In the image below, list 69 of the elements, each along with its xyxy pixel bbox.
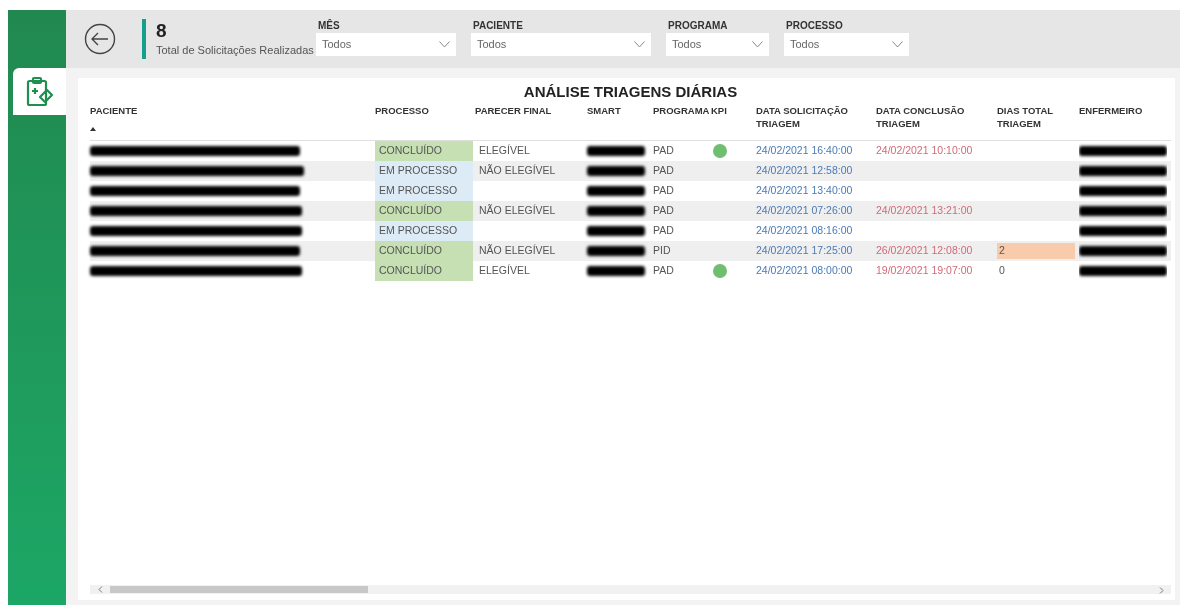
- table-cell: 26/02/2021 12:08:00: [876, 243, 973, 259]
- table-cell-text: 0: [998, 263, 1006, 279]
- table-cell: NÃO ELEGÍVEL: [479, 243, 556, 259]
- table-cell: 24/02/2021 08:00:00: [756, 263, 853, 279]
- status-cell: CONCLUÍDO: [375, 201, 473, 221]
- column-header[interactable]: DATA SOLICITAÇÃO TRIAGEM: [756, 104, 873, 130]
- chevron-down-icon: [892, 41, 903, 48]
- table-cell: 19/02/2021 19:07:00: [876, 263, 973, 279]
- redaction-bar: [587, 166, 645, 176]
- filter-dropdown[interactable]: Todos: [316, 33, 456, 56]
- redaction-bar: [587, 266, 645, 276]
- table-cell: PID: [653, 243, 671, 259]
- horizontal-scrollbar[interactable]: [90, 585, 1171, 594]
- column-header[interactable]: DATA CONCLUSÃO TRIAGEM: [876, 104, 994, 130]
- back-icon[interactable]: [84, 23, 116, 55]
- filter-dropdown[interactable]: Todos: [666, 33, 769, 56]
- column-header[interactable]: PROGRAMA: [653, 104, 710, 117]
- filter-label: MÊS: [317, 18, 341, 33]
- sort-ascending-icon[interactable]: [90, 127, 96, 131]
- table-cell: 24/02/2021 12:58:00: [756, 163, 853, 179]
- column-header[interactable]: PACIENTE: [90, 104, 138, 117]
- redaction-bar: [587, 226, 645, 236]
- redaction-bar: [587, 246, 645, 256]
- status-cell: CONCLUÍDO: [375, 261, 473, 281]
- table-cell: 24/02/2021 08:16:00: [756, 223, 853, 239]
- clipboard-icon[interactable]: [24, 75, 55, 108]
- chevron-down-icon: [752, 41, 763, 48]
- column-header[interactable]: ENFERMEIRO: [1079, 104, 1143, 117]
- table-cell: PAD: [653, 163, 674, 179]
- redaction-bar: [587, 206, 645, 216]
- table-cell: PAD: [653, 223, 674, 239]
- table-cell: 24/02/2021 17:25:00: [756, 243, 853, 259]
- table-cell: NÃO ELEGÍVEL: [479, 163, 556, 179]
- chevron-down-icon: [634, 41, 645, 48]
- filter-label: PROCESSO: [785, 19, 844, 33]
- kpi-label: Total de Solicitações Realizadas: [156, 42, 315, 58]
- filter-label: PROGRAMA: [667, 19, 729, 33]
- kpi-value: 8: [156, 19, 168, 42]
- table-cell: 24/02/2021 13:21:00: [876, 203, 973, 219]
- column-header[interactable]: SMART: [587, 104, 621, 117]
- column-header[interactable]: KPI: [711, 104, 727, 117]
- table-cell: PAD: [653, 143, 674, 159]
- status-cell: CONCLUÍDO: [375, 141, 473, 161]
- table-cell: NÃO ELEGÍVEL: [479, 203, 556, 219]
- table-cell: 2: [997, 243, 1075, 259]
- column-header[interactable]: PROCESSO: [375, 104, 429, 117]
- status-cell: EM PROCESSO: [375, 181, 473, 201]
- table-cell: 24/02/2021 13:40:00: [756, 183, 853, 199]
- redaction-bar: [587, 146, 645, 156]
- filter-dropdown[interactable]: Todos: [784, 33, 909, 56]
- column-header[interactable]: PARECER FINAL: [475, 104, 552, 117]
- table-cell: ELEGÍVEL: [479, 143, 530, 159]
- table-cell: 24/02/2021 16:40:00: [756, 143, 853, 159]
- table-cell: ELEGÍVEL: [479, 263, 530, 279]
- status-cell: EM PROCESSO: [375, 161, 473, 181]
- scroll-thumb[interactable]: [110, 586, 368, 593]
- table-cell: PAD: [653, 183, 674, 199]
- status-cell: EM PROCESSO: [375, 221, 473, 241]
- status-cell: CONCLUÍDO: [375, 241, 473, 261]
- table-cell: PAD: [653, 203, 674, 219]
- filter-label: PACIENTE: [472, 19, 524, 33]
- table-cell: 24/02/2021 10:10:00: [876, 143, 973, 159]
- chevron-down-icon: [439, 41, 450, 48]
- table-cell: 24/02/2021 07:26:00: [756, 203, 853, 219]
- redaction-bar: [587, 186, 645, 196]
- column-header[interactable]: DIAS TOTAL TRIAGEM: [997, 104, 1076, 130]
- table-title: ANÁLISE TRIAGENS DIÁRIAS: [522, 82, 739, 102]
- filter-dropdown[interactable]: Todos: [471, 33, 651, 56]
- table-cell: PAD: [653, 263, 674, 279]
